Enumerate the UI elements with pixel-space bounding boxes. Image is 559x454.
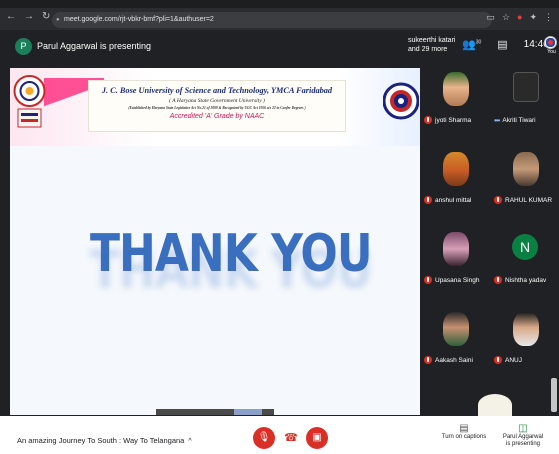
meeting-title-text: An amazing Journey To South : Way To Tel… [17,436,185,445]
university-title: J. C. Bose University of Science and Tec… [101,86,333,95]
participant-name: Aakash Saini [435,356,473,364]
participant-name: jyoti Sharma [435,116,472,124]
presenter-avatar: P [15,38,32,55]
viewer-more: and 29 more [408,46,448,53]
participant-photo [443,232,469,266]
participant-tile[interactable]: RAHUL KUMAR [490,144,559,224]
presenting-button[interactable]: ◫ Parul Aggarwal is presenting [496,423,550,448]
participant-photo [513,312,539,346]
mic-off-icon [494,356,502,364]
participant-photo [443,72,469,106]
participant-initial-avatar: N [512,234,538,260]
speaking-dots-icon: ••• [494,116,500,125]
participant-tile[interactable]: anshul mittal [420,144,489,224]
presentation-slide: J. C. Bose University of Science and Tec… [10,68,420,415]
participant-name: ANUJ [505,356,522,364]
puzzle-extension-icon[interactable]: ✦ [529,12,537,23]
camera-off-button[interactable]: ▣ [306,427,328,449]
participant-grid: jyoti Sharma ••• Akriti Tiwari anshul mit… [420,64,559,416]
people-icon[interactable]: 👥30 [462,38,481,51]
leave-call-button[interactable]: ☎ [280,427,302,449]
camera-off-icon: ▣ [312,432,322,443]
university-subtitle: ( A Haryana State Government University … [169,98,265,104]
viewers-info: sukeerthi katari and 29 more [408,36,455,54]
mic-off-icon: 🎙 [257,432,271,443]
record-extension-icon[interactable]: ● [517,12,522,23]
address-bar[interactable]: ● meet.google.com/rjt-vbkr-bmf?pli=1&aut… [52,12,492,28]
participant-tile[interactable]: Aakash Saini [420,304,489,384]
participant-name: Upasana Singh [435,276,480,284]
forward-icon[interactable]: → [24,11,34,22]
presenting-label-line2: is presenting [505,441,541,447]
viewer-name: sukeerthi katari [408,37,456,44]
presenting-banner: Parul Aggarwal is presenting [37,41,152,51]
mic-off-icon [424,196,432,204]
participant-photo [513,72,539,102]
participant-tile[interactable]: jyoti Sharma [420,64,489,144]
mic-off-icon [424,116,432,124]
captions-icon: ▤ [459,423,469,434]
mic-off-icon [494,276,502,284]
bookmark-star-icon[interactable]: ☆ [502,12,510,23]
extension-icons: ▭ ☆ ● ✦ ⋮ [486,12,553,23]
people-count: 30 [475,39,482,46]
browser-nav: ← → ↻ [6,11,50,22]
you-label: You [547,49,556,55]
meeting-title[interactable]: An amazing Journey To South : Way To Tel… [17,436,192,445]
participant-photo [513,152,539,186]
participant-photo [443,152,469,186]
chat-icon[interactable]: ▤ [497,38,507,51]
naac-grade: Accredited 'A' Grade by NAAC [169,113,265,120]
participant-tile[interactable]: Upasana Singh [420,224,489,304]
self-avatar [544,36,557,49]
presenting-label-line1: Parul Aggarwal [502,434,544,440]
mic-off-icon [424,356,432,364]
captions-button[interactable]: ▤ Turn on captions [440,423,488,441]
mic-off-icon [424,276,432,284]
participant-name: anshul mittal [435,196,472,204]
participant-photo-partial [478,394,512,416]
back-icon[interactable]: ← [6,11,16,22]
mic-off-button[interactable]: 🎙 [253,427,275,449]
menu-more-icon[interactable]: ⋮ [544,12,553,23]
present-screen-icon: ◫ [518,423,528,434]
university-establishment: (Established by Haryana State Legislativ… [128,106,306,110]
participant-name: Akriti Tiwari [502,117,536,124]
tab-strip [0,0,559,8]
ymca-seal-logo [383,82,419,120]
reload-icon[interactable]: ↻ [42,11,50,22]
hang-up-icon: ☎ [284,432,298,444]
lock-icon: ● [56,17,60,23]
browser-toolbar: ← → ↻ ● meet.google.com/rjt-vbkr-bmf?pli… [0,0,559,30]
slide-toolbar-button[interactable] [234,409,262,415]
participant-name: Nishtha yadav [505,276,547,284]
header-actions: 👥30 ▤ 14:46 [462,38,549,51]
captions-label: Turn on captions [441,434,487,440]
participant-scrollbar[interactable] [551,378,557,412]
university-banner: J. C. Bose University of Science and Tec… [88,80,346,132]
screen: ← → ↻ ● meet.google.com/rjt-vbkr-bmf?pli… [0,0,559,454]
chevron-up-icon: ^ [188,438,192,445]
participant-tile[interactable]: ANUJ [490,304,559,384]
university-crest-logo [13,75,46,128]
url-text: meet.google.com/rjt-vbkr-bmf?pli=1&authu… [64,16,214,23]
participant-photo [443,312,469,346]
mic-off-icon [494,196,502,204]
slide-toolbar [156,409,274,415]
cast-icon[interactable]: ▭ [486,12,495,23]
self-view[interactable]: You [544,36,559,56]
thank-you-text: THANK YOU [90,224,373,285]
participant-name: RAHUL KUMAR [505,196,553,204]
participant-tile[interactable]: N Nishtha yadav [490,224,559,304]
participant-tile[interactable]: ••• Akriti Tiwari [490,64,559,144]
